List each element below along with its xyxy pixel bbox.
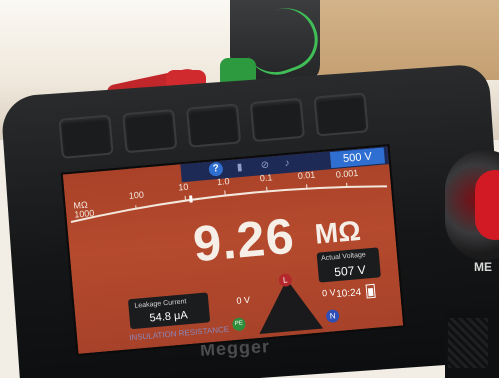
scale-tick-10: 10 xyxy=(177,181,189,193)
voltage-l-n: 0 V xyxy=(321,287,337,299)
soft-key-4[interactable] xyxy=(249,97,305,143)
soft-key-2[interactable] xyxy=(122,108,178,154)
strap-texture xyxy=(448,318,488,368)
lock-icon: ▮ xyxy=(236,161,243,174)
photo-scene: ME Megger ? ▮ ⊘ ♪ 500 V 100 10 1.0 0.1 0… xyxy=(0,0,499,378)
scale-range-label: MΩ 1000 xyxy=(73,200,95,220)
scale-tick-1: 1.0 xyxy=(216,176,230,188)
voltage-l-pe: 0 V xyxy=(236,294,251,306)
leakage-current-label: Leakage Current xyxy=(134,298,187,310)
scale-tick-0-01: 0.01 xyxy=(297,169,316,182)
soft-key-3[interactable] xyxy=(185,103,242,148)
resistance-reading: 9.26 xyxy=(190,207,297,273)
node-neutral: N xyxy=(325,309,340,324)
scale-tick-100: 100 xyxy=(128,189,145,201)
connection-diagram: L PE N 0 V 0 V xyxy=(222,268,357,339)
node-earth: PE xyxy=(231,317,247,332)
sound-icon: ♪ xyxy=(284,157,291,170)
leakage-current-box: Leakage Current 54.8 μA xyxy=(127,292,211,330)
rotary-knob-red-grip xyxy=(475,170,499,240)
help-icon[interactable]: ? xyxy=(208,161,224,177)
actual-voltage-label: Actual Voltage xyxy=(320,251,367,263)
soft-key-5[interactable] xyxy=(313,92,369,137)
soft-key-1[interactable] xyxy=(58,114,114,159)
battery-icon xyxy=(365,283,376,299)
scale-max: 1000 xyxy=(73,207,95,220)
resistance-unit: MΩ xyxy=(313,214,362,250)
leakage-current-value: 54.8 μA xyxy=(149,309,189,325)
no-signal-icon: ⊘ xyxy=(260,159,270,172)
model-label: ME xyxy=(474,260,492,274)
lcd-screen: ? ▮ ⊘ ♪ 500 V 100 10 1.0 0.1 0.01 0.001 … xyxy=(60,143,406,357)
scale-tick-0-001: 0.001 xyxy=(335,167,359,180)
scale-tick-0-1: 0.1 xyxy=(259,172,273,184)
